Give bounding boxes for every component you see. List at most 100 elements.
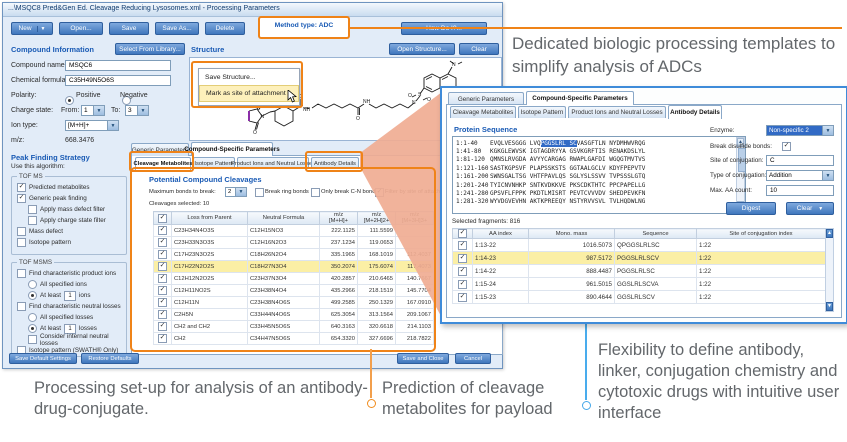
digest-button[interactable]: Digest bbox=[726, 202, 776, 215]
cell-aa: 1:15-23 bbox=[473, 291, 529, 304]
table-row[interactable]: 1:15-24961.5015GGSLRLSCVA1:22 bbox=[453, 278, 826, 291]
table-header-row: AA indexMono. massSequenceSite of conjug… bbox=[453, 229, 826, 239]
enzyme-value: Non-specific 2 bbox=[767, 126, 822, 135]
checkbox-icon[interactable] bbox=[458, 229, 467, 238]
row-checkbox-cell[interactable] bbox=[453, 252, 473, 265]
sequence-index: 1:201-240 bbox=[456, 182, 490, 189]
sequence-selected-text: PGGSLRL SC bbox=[541, 140, 577, 147]
table-row[interactable]: 1:15-23890.4644GGSLRLSCV1:22 bbox=[453, 291, 826, 304]
enzyme-label: Enzyme: bbox=[710, 127, 735, 134]
row-checkbox-cell[interactable] bbox=[453, 278, 473, 291]
cell-seq: PGGSLRLSC bbox=[615, 265, 697, 278]
sequence-row[interactable]: 1:281-320WYVDGVEVHN AKTKPREEQY NSTYRVVSV… bbox=[456, 198, 732, 206]
cell-site: 1:22 bbox=[697, 278, 826, 291]
popup-subtab-antibody-details[interactable]: Antibody Details bbox=[668, 105, 722, 119]
cell-site: 1:22 bbox=[697, 239, 826, 252]
row-checkbox-cell[interactable] bbox=[453, 265, 473, 278]
cell-site: 1:22 bbox=[697, 252, 826, 265]
max-aa-count-input[interactable]: 10 bbox=[766, 185, 834, 196]
protein-sequence-box[interactable]: 1:1-40EVQLVESGGG LVQPGGSLRL SCVASGFTLN N… bbox=[452, 136, 746, 214]
cell-seq: GGSLRLSCV bbox=[615, 291, 697, 304]
fragments-scrollbar[interactable]: ▲ ▼ bbox=[825, 228, 834, 312]
cell-mass: 987.5172 bbox=[529, 252, 615, 265]
subtab-label: Product Ions and Neutral Losses bbox=[571, 109, 662, 116]
sequence-row[interactable]: 1:121-160SASTKGPSVF PLAPSSKSTS GGTAALGCL… bbox=[456, 164, 732, 172]
cell-site: 1:22 bbox=[697, 265, 826, 278]
sequence-text: SWNSGALTSG VHTFPAVLQS SGLYSLSSVV TVPSSSL… bbox=[490, 173, 645, 180]
callout-line-prediction bbox=[370, 349, 372, 398]
fragments-table[interactable]: AA indexMono. massSequenceSite of conjug… bbox=[452, 228, 826, 304]
chevron-down-icon[interactable]: ▼ bbox=[818, 206, 823, 212]
scroll-up-icon[interactable]: ▲ bbox=[826, 229, 833, 238]
tab-label: Generic Parameters bbox=[458, 96, 514, 103]
cell-aa: 1:13-22 bbox=[473, 239, 529, 252]
sequence-index: 1:1-40 bbox=[456, 140, 490, 147]
sequence-text: WYVDGVEVHN AKTKPREEQY NSTYRVVSVL TVLHQDW… bbox=[490, 198, 645, 205]
column-header[interactable]: Site of conjugation index bbox=[697, 229, 826, 239]
method-type-label: Method type: ADC bbox=[260, 22, 348, 29]
popup-subtab-product-ions-and-neutral-losses[interactable]: Product Ions and Neutral Losses bbox=[568, 106, 666, 118]
row-checkbox-cell[interactable] bbox=[453, 239, 473, 252]
column-header[interactable]: AA index bbox=[473, 229, 529, 239]
cell-mass: 961.5015 bbox=[529, 278, 615, 291]
popup-subtab-cleavage-metabolites[interactable]: Cleavage Metabolites bbox=[450, 106, 516, 118]
sequence-text: VASGFTLN NYDMHWVRQG bbox=[577, 140, 646, 147]
select-all-checkbox-cell[interactable] bbox=[453, 229, 473, 239]
protein-sequence-heading: Protein Sequence bbox=[454, 125, 517, 134]
callout-line-method-type bbox=[348, 27, 842, 29]
enzyme-select[interactable]: Non-specific 2▼ bbox=[766, 125, 834, 136]
max-aa-count-label: Max. AA count: bbox=[710, 187, 752, 194]
sequence-text: KGKGLEWVSK IGTAGDRYYA GSVKGRFTIS RENAKDS… bbox=[490, 148, 645, 155]
checkbox-icon[interactable] bbox=[458, 280, 467, 289]
cell-mass: 888.4487 bbox=[529, 265, 615, 278]
row-checkbox-cell[interactable] bbox=[453, 291, 473, 304]
cell-mass: 1016.5073 bbox=[529, 239, 615, 252]
site-of-conjugation-label: Site of conjugation: bbox=[710, 157, 764, 164]
sequence-index: 1:161-200 bbox=[456, 173, 490, 180]
chevron-down-icon[interactable]: ▼ bbox=[822, 126, 833, 135]
cell-seq: PGGSLRLSCV bbox=[615, 252, 697, 265]
digest-button-label: Digest bbox=[742, 205, 760, 212]
sequence-row[interactable]: 1:161-200SWNSGALTSG VHTFPAVLQS SGLYSLSSV… bbox=[456, 173, 732, 181]
clear-button-label: Clear bbox=[797, 205, 813, 212]
sequence-index: 1:81-120 bbox=[456, 156, 490, 163]
subtab-label: Isotope Pattern bbox=[521, 109, 564, 116]
sequence-row[interactable]: 1:241-280GPSVFLFPPK PKDTLMISRT PEVTCVVVD… bbox=[456, 189, 732, 197]
table-row[interactable]: 1:13-221016.5073QPGGSLRLSC1:22 bbox=[453, 239, 826, 252]
sequence-row[interactable]: 1:81-120QMNSLRVGDA AVYYCARGAG RWAPLGAFDI… bbox=[456, 156, 732, 164]
sequence-text: GPSVFLFPPK PKDTLMISRT PEVTCVVVDV SHEDPEV… bbox=[490, 190, 645, 197]
callout-bullet-prediction bbox=[367, 399, 376, 408]
sequence-text: TYICNVNHKP SNTKVDKKVE PKSCDKTHTC PPCPAPE… bbox=[490, 182, 645, 189]
checkbox-icon[interactable] bbox=[458, 241, 467, 250]
selected-fragments-label: Selected fragments: 816 bbox=[452, 218, 520, 225]
sequence-row[interactable]: 1:201-240TYICNVNHKP SNTKVDKKVE PKSCDKTHT… bbox=[456, 181, 732, 189]
sequence-row[interactable]: 1:1-40EVQLVESGGG LVQPGGSLRL SCVASGFTLN N… bbox=[456, 139, 732, 147]
callout-bullet-flexibility bbox=[582, 401, 591, 410]
table-row[interactable]: 1:14-23987.5172PGGSLRLSCV1:22 bbox=[453, 252, 826, 265]
checkbox-icon[interactable] bbox=[458, 293, 467, 302]
antibody-details-popup: Generic Parameters Compound-Specific Par… bbox=[440, 86, 847, 324]
popup-tab-compound-specific-parameters[interactable]: Compound-Specific Parameters bbox=[526, 91, 634, 105]
checkbox-icon[interactable] bbox=[458, 267, 467, 276]
sequence-index: 1:281-320 bbox=[456, 198, 490, 205]
type-of-conjugation-value: Addition bbox=[767, 171, 822, 180]
sequence-index: 1:121-160 bbox=[456, 165, 490, 172]
column-header[interactable]: Mono. mass bbox=[529, 229, 615, 239]
sequence-row[interactable]: 1:41-80KGKGLEWVSK IGTAGDRYYA GSVKGRFTIS … bbox=[456, 147, 732, 155]
subtab-label: Cleavage Metabolites bbox=[453, 109, 514, 116]
table-row[interactable]: 1:14-22888.4487PGGSLRLSC1:22 bbox=[453, 265, 826, 278]
column-header[interactable]: Sequence bbox=[615, 229, 697, 239]
chevron-down-icon[interactable]: ▼ bbox=[822, 171, 833, 180]
sequence-index: 1:41-80 bbox=[456, 148, 490, 155]
sequence-index: 1:241-280 bbox=[456, 190, 490, 197]
scroll-down-icon[interactable]: ▼ bbox=[826, 302, 833, 311]
break-disulfide-checkbox[interactable] bbox=[782, 142, 791, 151]
tab-label: Compound-Specific Parameters bbox=[532, 95, 628, 102]
popup-subtab-isotope-pattern[interactable]: Isotope Pattern bbox=[518, 106, 566, 118]
site-of-conjugation-input[interactable]: C bbox=[766, 155, 834, 166]
callout-line-flexibility bbox=[585, 320, 587, 400]
type-of-conjugation-select[interactable]: Addition▼ bbox=[766, 170, 834, 181]
clear-button[interactable]: Clear ▼ bbox=[786, 202, 834, 215]
sequence-text: QMNSLRVGDA AVYYCARGAG RWAPLGAFDI WGQGTMV… bbox=[490, 156, 645, 163]
checkbox-icon[interactable] bbox=[458, 254, 467, 263]
